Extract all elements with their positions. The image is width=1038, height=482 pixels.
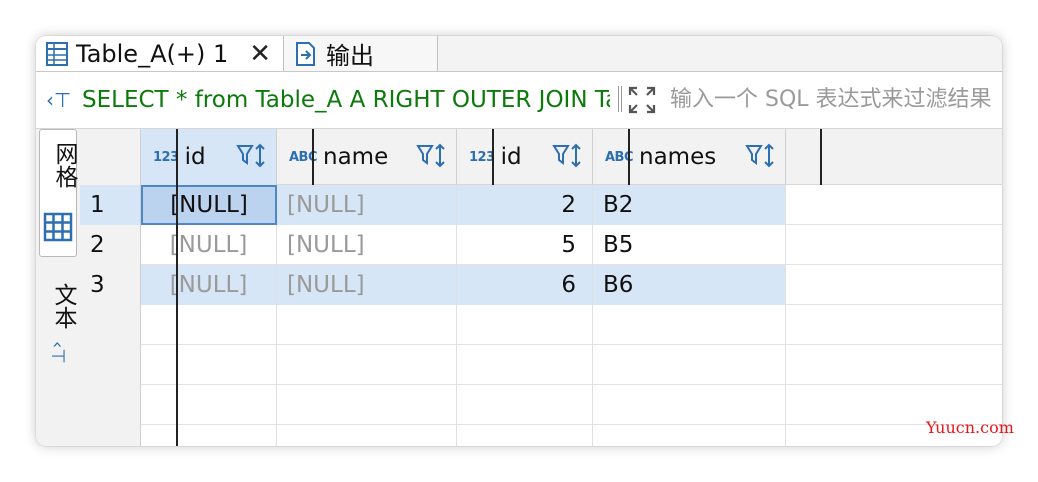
expand-icon[interactable] — [628, 86, 656, 118]
cell-id-a[interactable]: [NULL] — [141, 265, 277, 305]
column-divider[interactable] — [820, 129, 822, 185]
table-icon — [46, 41, 68, 66]
grid-icon — [43, 212, 73, 246]
empty-cell — [457, 345, 593, 385]
empty-row — [80, 385, 1002, 425]
column-divider[interactable] — [492, 129, 494, 185]
filter-sort-icon[interactable] — [416, 143, 448, 175]
table-row[interactable]: 3 [NULL] [NULL] 6 B6 — [80, 265, 1002, 305]
empty-row — [80, 425, 1002, 446]
empty-cell — [277, 385, 457, 425]
cell-id-b[interactable]: 2 — [457, 185, 593, 225]
output-icon — [294, 41, 318, 67]
cell-id-a[interactable]: [NULL] — [141, 185, 277, 225]
column-header-label: names — [639, 144, 717, 170]
tab-grid-view[interactable]: 网格 — [39, 129, 77, 257]
empty-cell — [593, 345, 786, 385]
column-divider[interactable] — [176, 129, 178, 446]
text-view-icon: ‹⊤ — [47, 341, 68, 364]
column-divider[interactable] — [312, 129, 314, 185]
row-number: 3 — [80, 265, 141, 305]
column-header-id[interactable]: 123 id — [141, 129, 277, 185]
cell-names[interactable]: B6 — [593, 265, 786, 305]
row-number — [80, 425, 141, 446]
empty-cell — [141, 305, 277, 345]
column-header-names[interactable]: ABC names — [593, 129, 786, 185]
column-header-label: id — [500, 144, 522, 170]
empty-row — [80, 345, 1002, 385]
grid-header: 123 id ABC name 123 id ABC names — [80, 129, 1002, 185]
close-icon[interactable]: ✕ — [249, 39, 271, 69]
tab-table-a-label: Table_A(+) 1 — [76, 39, 229, 68]
empty-cell — [457, 425, 593, 446]
filter-sort-icon[interactable] — [552, 143, 584, 175]
empty-cell — [141, 345, 277, 385]
column-header-id-b[interactable]: 123 id — [457, 129, 593, 185]
row-number-header — [80, 129, 141, 185]
cell-name[interactable]: [NULL] — [277, 225, 457, 265]
empty-cell — [593, 425, 786, 446]
cell-name[interactable]: [NULL] — [277, 185, 457, 225]
filter-divider — [618, 86, 622, 112]
results-grid: 123 id ABC name 123 id ABC names 1 [NULL… — [80, 129, 1002, 446]
filter-input[interactable] — [670, 82, 1000, 116]
empty-cell — [593, 305, 786, 345]
tab-bar: Table_A(+) 1 ✕ 输出 — [36, 36, 1002, 72]
watermark: Yuucn.com — [926, 418, 1014, 437]
empty-cell — [141, 425, 277, 446]
row-number — [80, 305, 141, 345]
empty-cell — [277, 425, 457, 446]
table-row[interactable]: 2 [NULL] [NULL] 5 B5 — [80, 225, 1002, 265]
grid-view-label: 网格 — [51, 142, 77, 188]
filter-sort-icon[interactable] — [745, 143, 777, 175]
sql-query-text[interactable]: SELECT * from Table_A A RIGHT OUTER JOIN… — [82, 87, 610, 117]
empty-cell — [593, 385, 786, 425]
cell-name[interactable]: [NULL] — [277, 265, 457, 305]
cell-id-b[interactable]: 5 — [457, 225, 593, 265]
tab-output-label: 输出 — [326, 42, 374, 70]
empty-cell — [277, 345, 457, 385]
numeric-type-icon: 123 — [469, 149, 495, 165]
tab-text-view[interactable]: 文本 ‹⊤ — [39, 277, 77, 387]
filter-bar: ‹⊤ SELECT * from Table_A A RIGHT OUTER J… — [36, 72, 1002, 129]
sql-icon[interactable]: ‹⊤ — [46, 88, 71, 112]
row-number — [80, 385, 141, 425]
column-divider[interactable] — [628, 129, 630, 185]
filter-sort-icon[interactable] — [236, 143, 268, 175]
empty-cell — [457, 305, 593, 345]
result-window: Table_A(+) 1 ✕ 输出 ‹⊤ SELECT * from Table… — [36, 36, 1002, 446]
column-header-label: name — [323, 144, 389, 170]
cell-id-a[interactable]: [NULL] — [141, 225, 277, 265]
text-view-label: 文本 — [50, 283, 76, 329]
column-header-label: id — [184, 144, 206, 170]
table-row[interactable]: 1 [NULL] [NULL] 2 B2 — [80, 185, 1002, 225]
cell-names[interactable]: B2 — [593, 185, 786, 225]
tab-output[interactable]: 输出 — [284, 36, 438, 71]
row-number — [80, 345, 141, 385]
cell-names[interactable]: B5 — [593, 225, 786, 265]
tab-table-a[interactable]: Table_A(+) 1 ✕ — [36, 36, 284, 71]
empty-cell — [141, 385, 277, 425]
empty-cell — [277, 305, 457, 345]
empty-row — [80, 305, 1002, 345]
view-switcher: 网格 文本 ‹⊤ — [36, 129, 81, 446]
numeric-type-icon: 123 — [153, 149, 179, 165]
cell-id-b[interactable]: 6 — [457, 265, 593, 305]
empty-cell — [457, 385, 593, 425]
column-header-name[interactable]: ABC name — [277, 129, 457, 185]
row-number: 1 — [80, 185, 141, 225]
row-number: 2 — [80, 225, 141, 265]
